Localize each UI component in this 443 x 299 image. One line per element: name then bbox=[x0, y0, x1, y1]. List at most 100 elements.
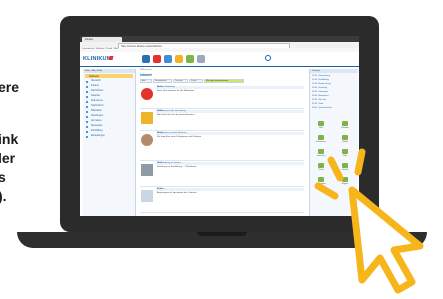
sidebar-item[interactable]: Intranet bbox=[86, 85, 134, 89]
home-icon[interactable] bbox=[142, 55, 150, 63]
side-text-line-5: ). bbox=[0, 188, 7, 204]
shortcut-icon bbox=[318, 149, 324, 154]
event-link[interactable]: 16.01. Schulung bbox=[312, 87, 327, 89]
shortcut-label: Kontakt bbox=[341, 169, 349, 171]
shortcut[interactable]: Kalender bbox=[338, 121, 352, 131]
shortcut[interactable]: Kontakt bbox=[338, 163, 352, 173]
calendar-icon[interactable] bbox=[164, 55, 172, 63]
event-link[interactable]: 15.01. Besprechung bbox=[312, 83, 331, 85]
sidebar-item[interactable]: Übersicht bbox=[86, 80, 134, 84]
newspaper-icon bbox=[141, 112, 153, 124]
list-item[interactable]: Neuigkeiten aus dem Klinikum 09.01. Wir b… bbox=[140, 132, 304, 161]
folder-icon bbox=[86, 130, 89, 134]
search-icon[interactable] bbox=[265, 55, 271, 61]
post-date: 09.01. bbox=[157, 132, 164, 135]
shortcut-icon bbox=[342, 149, 348, 154]
folder-icon bbox=[86, 100, 89, 104]
event-link[interactable]: 13.01. Fortbildung bbox=[312, 79, 329, 81]
sidebar-item-label: Nachrichten bbox=[91, 90, 104, 93]
sidebar-item[interactable]: Mitarbeiter bbox=[86, 110, 134, 114]
list-item[interactable]: Veranstaltung im Januar 08.01. Einladung … bbox=[140, 162, 304, 187]
shortcut-icon bbox=[342, 177, 348, 182]
sidebar-item[interactable]: Abteilungen bbox=[86, 115, 134, 119]
shortcut[interactable]: Portal bbox=[314, 163, 328, 173]
sidebar-item[interactable]: Formulare bbox=[86, 120, 134, 124]
sidebar-item-selected-label: Startseite bbox=[89, 74, 100, 78]
list-item[interactable]: Hinweis 07.01. Änderungen im Speiseplan d… bbox=[140, 188, 304, 213]
post-header: Mitteilung aus der Verwaltung 10.01. bbox=[156, 110, 304, 113]
page-title: Intranet bbox=[140, 73, 152, 77]
tab-events[interactable]: Termine bbox=[173, 79, 188, 83]
sidebar-item[interactable]: Kalender bbox=[86, 95, 134, 99]
alert-icon bbox=[141, 88, 153, 100]
tab-news[interactable]: Neuigkeiten bbox=[153, 79, 172, 83]
sidebar-item-label: Fortbildung bbox=[91, 130, 103, 133]
right-sidebar: Termine 12.01. Teamsitzung 13.01. Fortbi… bbox=[309, 69, 358, 216]
folder-icon bbox=[86, 110, 89, 114]
app-logo[interactable]: KLINIKUM bbox=[83, 56, 112, 62]
tab-important[interactable]: Wichtige Informationen bbox=[204, 79, 244, 83]
list-item[interactable]: Mitteilung aus der Verwaltung 10.01. Bitt… bbox=[140, 110, 304, 131]
post-date: 07.01. bbox=[157, 188, 164, 191]
post-body: Bitte beachten Sie die neuen Hinweise bbox=[157, 114, 195, 116]
shortcut-label: Kalender bbox=[341, 127, 349, 129]
folder-icon bbox=[86, 95, 89, 99]
main-content: Willkommen Intranet Alle Neuigkeiten Ter… bbox=[138, 69, 306, 216]
sidebar-item-label: Intranet bbox=[91, 85, 99, 88]
post-header: Hinweis 07.01. bbox=[156, 188, 304, 191]
event-link[interactable]: 22.01. Jour fixe bbox=[312, 99, 326, 101]
folder-icon bbox=[86, 85, 89, 89]
tab-portal[interactable]: Portal bbox=[189, 79, 203, 83]
shortcut[interactable]: Telefon bbox=[338, 135, 352, 145]
documents-icon[interactable] bbox=[175, 55, 183, 63]
event-link[interactable]: 18.01. Dienstplan bbox=[312, 91, 328, 93]
event-link[interactable]: 26.01. Qualitätszirkel bbox=[312, 107, 331, 109]
side-text-line-1: ere bbox=[0, 79, 20, 95]
sidebar-item-label: Übersicht bbox=[91, 80, 101, 83]
sidebar-item-selected[interactable]: Startseite bbox=[85, 74, 133, 78]
side-text-line-3: ler bbox=[0, 150, 16, 166]
post-body: Neue Informationen für alle Mitarbeiter bbox=[157, 90, 195, 92]
shortcut-icon bbox=[318, 163, 324, 168]
folder-icon bbox=[86, 90, 89, 94]
tab-all[interactable]: Alle bbox=[140, 79, 152, 83]
shortcut-label: Telefon bbox=[341, 141, 349, 143]
sidebar-item[interactable]: Einstellungen bbox=[86, 135, 134, 139]
sidebar-item[interactable]: Telefonbuch bbox=[86, 105, 134, 109]
sidebar-item-label: Abteilungen bbox=[91, 115, 104, 118]
info-icon bbox=[141, 190, 153, 202]
sidebar-item[interactable]: Fortbildung bbox=[86, 130, 134, 134]
shortcut-label: Portal bbox=[318, 169, 324, 171]
sidebar-item[interactable]: Nachrichten bbox=[86, 90, 134, 94]
folder-icon bbox=[86, 125, 89, 129]
event-link[interactable]: 24.01. Visite bbox=[312, 103, 323, 105]
list-item[interactable]: Aktuelle Mitteilung 11.01. Neue Informati… bbox=[140, 86, 304, 109]
shortcut-label: Support bbox=[341, 183, 349, 185]
folder-icon bbox=[86, 135, 89, 139]
side-text-line-4: s bbox=[0, 169, 6, 185]
shortcut[interactable]: Dokumente bbox=[314, 135, 328, 145]
post-date: 10.01. bbox=[157, 110, 164, 113]
shortcut[interactable]: Formulare bbox=[314, 149, 328, 159]
laptop-base bbox=[17, 232, 427, 248]
shortcut[interactable]: Mail bbox=[314, 121, 328, 131]
event-link[interactable]: 20.01. Betriebsrat bbox=[312, 95, 328, 97]
mail-icon[interactable] bbox=[153, 55, 161, 63]
folder-icon bbox=[86, 120, 89, 124]
left-sidebar: Start · Mein Profil Startseite Übersicht… bbox=[83, 69, 136, 216]
shortcut[interactable]: Support bbox=[338, 177, 352, 187]
settings-icon[interactable] bbox=[197, 55, 205, 63]
post-header: Aktuelle Mitteilung 11.01. bbox=[156, 86, 304, 89]
post-header: Veranstaltung im Januar 08.01. bbox=[156, 162, 304, 165]
folder-icon bbox=[86, 105, 89, 109]
users-icon[interactable] bbox=[186, 55, 194, 63]
shortcut[interactable]: Speiseplan bbox=[314, 177, 328, 187]
sidebar-item[interactable]: Speiseplan bbox=[86, 125, 134, 129]
shortcut-label: Mail bbox=[319, 127, 323, 129]
sidebar-item[interactable]: Dokumente bbox=[86, 100, 134, 104]
shortcut[interactable]: Hilfe bbox=[338, 149, 352, 159]
laptop-screen: Intranet https://intranet.klinikum.de/po… bbox=[80, 36, 359, 216]
event-link[interactable]: 12.01. Teamsitzung bbox=[312, 75, 330, 77]
shortcut-icon bbox=[318, 177, 324, 182]
app-header: KLINIKUM bbox=[80, 52, 359, 67]
